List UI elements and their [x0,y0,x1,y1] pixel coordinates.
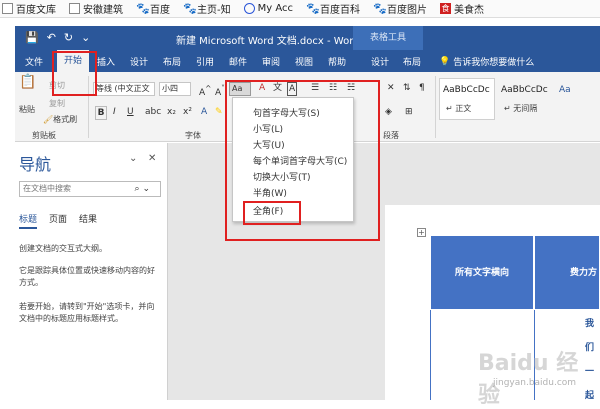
table-header-cell-2[interactable]: 费力方 [534,235,600,310]
word-titlebar: 💾 ↶ ↻ ⌄ 新建 Microsoft Word 文档.docx - Word… [15,26,600,50]
bookmark-anhui[interactable]: 安徽建筑 [69,1,123,16]
font-name-box[interactable]: 等线 (中文正文 [93,82,155,96]
subscript-button[interactable]: x₂ [167,106,176,118]
table-move-handle[interactable]: + [417,228,426,237]
font-group-label: 字体 [185,131,201,140]
nav-tab-headings[interactable]: 标题 [19,212,38,229]
tab-help[interactable]: 帮助 [328,55,346,68]
superscript-button[interactable]: x² [183,106,192,118]
paw-icon: 🐾 [136,2,150,15]
shading-icon[interactable]: ◈ [385,106,392,118]
ribbon-separator [435,76,436,138]
style-normal[interactable]: AaBbCcDc ↵ 正文 [439,78,495,120]
paste-icon[interactable]: 📋 [19,75,36,89]
borders-icon[interactable]: ⊞ [405,106,413,118]
table-cell-text: 我 [585,319,595,329]
redo-icon[interactable]: ↻ [64,31,73,44]
strikethrough-button[interactable]: abc [145,106,161,118]
nav-hint-1: 创建文档的交互式大纲。 [19,244,107,253]
style-heading-partial[interactable]: Aa [555,78,600,120]
highlight-home-tab [52,51,97,96]
file-icon [2,3,13,14]
nav-tabs: 标题 页面 结果 [19,212,97,229]
paw-icon: 🐾 [373,2,387,15]
tab-view[interactable]: 视图 [295,55,313,68]
bookmark-wenku[interactable]: 百度文库 [2,1,56,16]
file-icon [69,3,80,14]
paw-icon: 🐾 [183,2,197,15]
highlight-icon[interactable]: ✎ [215,106,223,118]
tab-insert[interactable]: 插入 [97,55,115,68]
bookmark-myacc[interactable]: My Acc [243,3,293,14]
font-size-box[interactable]: 小四 [159,82,191,96]
bookmark-zhihu[interactable]: 🐾 主页-知 [183,1,231,16]
tell-me-box[interactable]: 💡 告诉我你想要做什么 [439,55,534,69]
nav-hint-3: 若要开始，请转到"开始"选项卡，并向文档中的标题应用标题样式。 [19,302,155,323]
watermark-url: jingyan.baidu.com [493,378,577,388]
grow-font-icon[interactable]: A^ [199,83,211,99]
undo-icon[interactable]: ↶ [47,31,56,44]
table-tools-label: 表格工具 [353,26,423,50]
table-header-cell-1[interactable]: 所有文字横向 [430,235,534,310]
globe-icon [243,3,255,14]
nav-search-input[interactable]: 在文档中搜索 ⌕ ⌄ [19,181,161,197]
search-icon[interactable]: ⌕ ⌄ [135,182,150,196]
nav-tab-pages[interactable]: 页面 [49,212,67,229]
tab-layout[interactable]: 布局 [163,55,181,68]
tab-table-design[interactable]: 设计 [371,55,389,68]
bold-button[interactable]: B [95,106,107,120]
bookmark-images[interactable]: 🐾 百度图片 [373,1,427,16]
paragraph-group-label: 段落 [383,131,399,140]
tab-review[interactable]: 审阅 [262,55,280,68]
bookmark-meishi[interactable]: 食美食杰 [440,1,484,16]
nav-title: 导航 [19,155,52,174]
show-marks-icon[interactable]: ¶ [419,82,425,94]
tab-file[interactable]: 文件 [25,55,43,68]
nav-tab-results[interactable]: 结果 [79,212,97,229]
chinese-layout-icon[interactable]: ✕ [387,82,395,94]
text-effects-icon[interactable]: A [201,106,207,118]
clipboard-group-label: 剪贴板 [32,131,56,140]
nav-options-icon[interactable]: ⌄ [129,153,137,164]
paste-button[interactable]: 粘贴 [19,104,35,115]
navigation-pane: 导航 ⌄ ✕ 在文档中搜索 ⌕ ⌄ 标题 页面 结果 创建文档的交互式大纲。 它… [15,143,168,400]
ribbon-tabs: 文件 开始 插入 设计 布局 引用 邮件 审阅 视图 帮助 设计 布局 💡 告诉… [15,50,600,72]
tab-design[interactable]: 设计 [130,55,148,68]
tab-mailings[interactable]: 邮件 [229,55,247,68]
italic-button[interactable]: I [113,106,116,118]
paw-icon: 🐾 [306,2,320,15]
bookmark-baike[interactable]: 🐾 百度百科 [306,1,360,16]
style-no-spacing[interactable]: AaBbCcDc ↵ 无间隔 [497,78,553,120]
shrink-font-icon[interactable]: A˅ [215,83,225,99]
nav-hint-2: 它是跟踪具体位置或快速移动内容的好方式。 [19,266,155,287]
brush-icon: 🖌 [43,115,54,124]
tab-references[interactable]: 引用 [196,55,214,68]
bookmarks-bar: 百度文库 安徽建筑 🐾 百度 🐾 主页-知 My Acc 🐾 百度百科 🐾 百度图片 食… [0,0,600,18]
underline-button[interactable]: U [127,106,134,118]
bookmark-baidu[interactable]: 🐾 百度 [136,1,170,16]
lightbulb-icon: 💡 [439,56,451,67]
customize-qat-icon[interactable]: ⌄ [81,31,90,44]
highlight-full-width [243,201,301,225]
save-icon[interactable]: 💾 [25,31,39,44]
copy-button[interactable]: 复制 [49,98,65,109]
sort-icon[interactable]: ⇅ [403,82,411,94]
food-icon: 食 [440,3,451,14]
baidu-watermark: Baidu 经验 [478,351,579,408]
format-painter-button[interactable]: 🖌格式刷 [43,114,77,125]
close-icon[interactable]: ✕ [148,153,156,164]
window-title: 新建 Microsoft Word 文档.docx - Word [176,36,360,47]
tab-table-layout[interactable]: 布局 [403,55,421,68]
